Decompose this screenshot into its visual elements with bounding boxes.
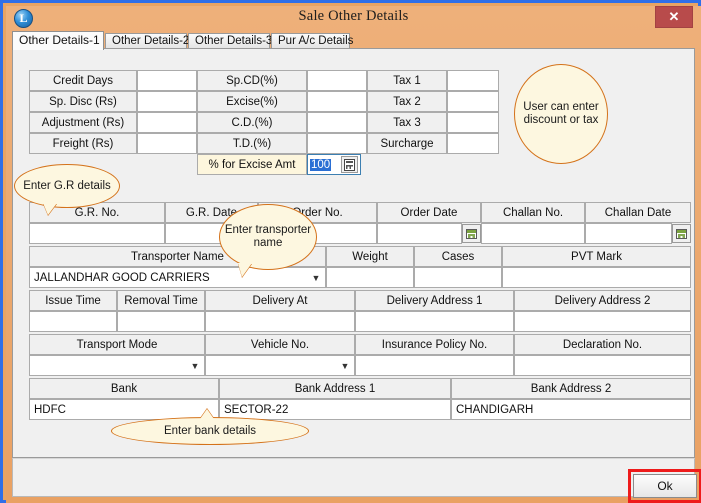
callout-bank-text: Enter bank details [164,425,256,438]
label-credit-days: Credit Days [29,70,137,91]
input-bank-address-1[interactable]: SECTOR-22 [219,399,451,420]
input-delivery-at[interactable] [205,311,355,332]
input-freight-rs[interactable] [137,133,197,154]
header-vehicle-no: Vehicle No. [205,334,355,355]
dialog-footer [12,458,695,497]
input-delivery-address-2[interactable] [514,311,691,332]
callout-discount-or-tax: User can enter discount or tax [514,64,608,164]
chevron-down-icon: ▼ [309,268,323,287]
input-adjustment-rs[interactable] [137,112,197,133]
header-insurance-policy-no: Insurance Policy No. [355,334,514,355]
input-tax-2[interactable] [447,91,499,112]
header-declaration-no: Declaration No. [514,334,691,355]
header-bank-address-2: Bank Address 2 [451,378,691,399]
header-weight: Weight [326,246,414,267]
input-td-percent[interactable] [307,133,367,154]
header-challan-no: Challan No. [481,202,585,223]
header-delivery-at: Delivery At [205,290,355,311]
header-issue-time: Issue Time [29,290,117,311]
tab-strip: Other Details-1 Other Details-2 Other De… [12,31,695,49]
input-tax-1[interactable] [447,70,499,91]
tab-other-details-1[interactable]: Other Details-1 [12,31,104,50]
input-delivery-address-1[interactable] [355,311,514,332]
input-declaration-no[interactable] [514,355,691,376]
select-transport-mode[interactable]: ▼ [29,355,205,376]
input-challan-no[interactable] [481,223,585,244]
input-order-date[interactable] [377,223,462,244]
ok-button[interactable]: Ok [633,474,697,498]
input-issue-time[interactable] [29,311,117,332]
header-challan-date: Challan Date [585,202,691,223]
label-td-percent: T.D.(%) [197,133,307,154]
header-removal-time: Removal Time [117,290,205,311]
label-tax-3: Tax 3 [367,112,447,133]
input-pvt-mark[interactable] [502,267,691,288]
callout-gr-text: Enter G.R details [23,180,111,193]
header-order-date: Order Date [377,202,481,223]
callout-bank-details: Enter bank details [111,417,309,445]
input-insurance-policy-no[interactable] [355,355,514,376]
header-delivery-address-1: Delivery Address 1 [355,290,514,311]
input-credit-days[interactable] [137,70,197,91]
transporter-name-value: JALLANDHAR GOOD CARRIERS [34,272,210,284]
input-challan-date[interactable] [585,223,672,244]
select-transporter-name[interactable]: JALLANDHAR GOOD CARRIERS ▼ [29,267,326,288]
input-sp-disc-rs[interactable] [137,91,197,112]
input-excise-percent[interactable] [307,91,367,112]
label-freight-rs: Freight (Rs) [29,133,137,154]
input-bank-address-2[interactable]: CHANDIGARH [451,399,691,420]
challan-date-picker-icon[interactable] [672,224,691,243]
title-bar: L Sale Other Details ✕ [6,6,701,31]
label-sp-disc-rs: Sp. Disc (Rs) [29,91,137,112]
chevron-down-icon: ▼ [338,356,352,375]
header-bank-address-1: Bank Address 1 [219,378,451,399]
label-tax-2: Tax 2 [367,91,447,112]
label-surcharge: Surcharge [367,133,447,154]
label-sp-cd-percent: Sp.CD(%) [197,70,307,91]
input-gr-no[interactable] [29,223,165,244]
window-title: Sale Other Details [6,8,701,25]
label-excise-percent: Excise(%) [197,91,307,112]
callout-transporter-text: Enter transporter name [220,224,316,250]
callout-gr-details: Enter G.R details [14,164,120,208]
close-icon[interactable]: ✕ [655,6,693,28]
callout-transporter-name: Enter transporter name [219,204,317,270]
header-bank: Bank [29,378,219,399]
input-removal-time[interactable] [117,311,205,332]
input-tax-3[interactable] [447,112,499,133]
tab-pur-ac-details[interactable]: Pur A/c Details [271,33,350,49]
input-cases[interactable] [414,267,502,288]
label-tax-1: Tax 1 [367,70,447,91]
label-percent-for-excise-amt: % for Excise Amt [197,154,307,175]
window-frame: L Sale Other Details ✕ Other Details-1 O… [6,6,701,503]
label-cd-percent: C.D.(%) [197,112,307,133]
label-adjustment-rs: Adjustment (Rs) [29,112,137,133]
input-sp-cd-percent[interactable] [307,70,367,91]
input-weight[interactable] [326,267,414,288]
chevron-down-icon: ▼ [188,356,202,375]
tab-other-details-3[interactable]: Other Details-3 [188,33,270,49]
callout-tail [238,263,252,277]
order-date-picker-icon[interactable] [462,224,481,243]
header-pvt-mark: PVT Mark [502,246,691,267]
header-transport-mode: Transport Mode [29,334,205,355]
input-surcharge[interactable] [447,133,499,154]
tab-other-details-2[interactable]: Other Details-2 [105,33,187,49]
callout-tail [200,409,214,419]
calculator-icon[interactable] [341,156,358,173]
input-cd-percent[interactable] [307,112,367,133]
callout-tail [43,203,57,215]
select-vehicle-no[interactable]: ▼ [205,355,355,376]
excise-amt-value: 100 [310,159,331,171]
dialog-window: L Sale Other Details ✕ Other Details-1 O… [0,0,701,503]
header-cases: Cases [414,246,502,267]
header-delivery-address-2: Delivery Address 2 [514,290,691,311]
